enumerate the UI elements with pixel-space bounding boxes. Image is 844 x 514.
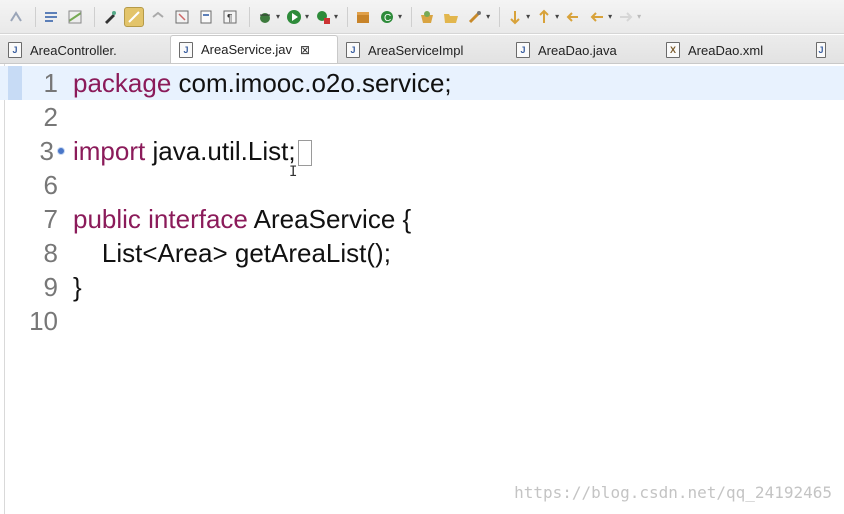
- prev-annotation-icon[interactable]: [534, 7, 554, 27]
- code-rest: java.util.List;: [145, 136, 296, 166]
- bookmark-icon[interactable]: [6, 7, 26, 27]
- new-class-icon[interactable]: C: [377, 7, 397, 27]
- toolbar-separator: [35, 6, 36, 27]
- code-rest: }: [73, 272, 82, 302]
- text-cursor-icon: I: [289, 164, 298, 180]
- code-text: List<Area> getAreaList();: [73, 236, 391, 270]
- toolbar-separator: [94, 6, 95, 27]
- line-number: 7: [43, 204, 58, 234]
- forward-icon[interactable]: [616, 7, 636, 27]
- code-editor[interactable]: 1 package com.imooc.o2o.service; 2 3 imp…: [0, 64, 844, 514]
- pen-icon[interactable]: [100, 7, 120, 27]
- java-file-icon: J: [516, 42, 530, 58]
- chevron-down-icon[interactable]: ▾: [305, 12, 309, 21]
- keyword: package: [73, 68, 172, 98]
- block-icon[interactable]: [148, 7, 168, 27]
- paragraph-icon[interactable]: [172, 7, 192, 27]
- code-rest: com.imooc.o2o.service;: [171, 68, 452, 98]
- code-line[interactable]: 6: [0, 168, 844, 202]
- last-edit-icon[interactable]: [563, 7, 583, 27]
- bug-icon[interactable]: [255, 7, 275, 27]
- pilcrow-icon[interactable]: ¶: [220, 7, 240, 27]
- code-line[interactable]: 1 package com.imooc.o2o.service;: [0, 66, 844, 100]
- new-package-icon[interactable]: [353, 7, 373, 27]
- line-number: 2: [43, 102, 58, 132]
- code-text: }: [73, 270, 82, 304]
- code-text: public interface AreaService {: [73, 202, 411, 236]
- svg-text:C: C: [384, 13, 391, 24]
- svg-text:¶: ¶: [227, 13, 232, 24]
- code-text: package com.imooc.o2o.service;: [73, 66, 452, 100]
- java-file-icon: J: [816, 42, 826, 58]
- java-file-icon: J: [179, 41, 193, 58]
- chevron-down-icon[interactable]: ▾: [637, 12, 641, 21]
- fold-expand-icon[interactable]: [57, 147, 65, 155]
- keyword: import: [73, 136, 146, 166]
- back-icon[interactable]: [587, 7, 607, 27]
- close-icon[interactable]: ⊠: [300, 43, 310, 57]
- watermark: https://blog.csdn.net/qq_24192465: [514, 483, 832, 502]
- toolbar-separator: [499, 6, 501, 27]
- code-line[interactable]: 2: [0, 100, 844, 134]
- open-task-icon[interactable]: [465, 7, 485, 27]
- chevron-down-icon[interactable]: ▾: [276, 12, 280, 21]
- xml-file-icon: X: [666, 42, 680, 58]
- toggle-mark-icon[interactable]: [41, 7, 61, 27]
- main-toolbar: ¶ ▾ ▾ ▾ C ▾ ▾ ▾ ▾ ▾ ▾: [0, 0, 844, 34]
- java-file-icon: J: [8, 42, 22, 58]
- tab-label: AreaDao.xml: [688, 42, 764, 58]
- code-line[interactable]: 3 import java.util.List;: [0, 134, 844, 168]
- chevron-down-icon[interactable]: ▾: [486, 12, 490, 21]
- line-number: 8: [43, 238, 58, 268]
- tab-area-service[interactable]: J AreaService.jav ⊠: [170, 35, 338, 63]
- line-number: 6: [43, 170, 58, 200]
- tab-area-service-impl[interactable]: J AreaServiceImpl: [338, 37, 508, 63]
- line-number: 3: [39, 136, 54, 166]
- tab-label: AreaServiceImpl: [368, 42, 464, 58]
- external-tools-icon[interactable]: [313, 7, 333, 27]
- java-file-icon: J: [346, 42, 360, 58]
- tab-area-dao-java[interactable]: J AreaDao.java: [508, 37, 658, 63]
- tab-area-controller[interactable]: J AreaController.: [0, 37, 170, 63]
- tab-area-dao-xml[interactable]: X AreaDao.xml: [658, 37, 808, 63]
- breadcrumb-icon[interactable]: [124, 6, 144, 27]
- debug-icon[interactable]: [196, 7, 216, 27]
- keyword: public interface: [73, 204, 248, 234]
- code-line[interactable]: 7 public interface AreaService {: [0, 202, 844, 236]
- next-annotation-icon[interactable]: [505, 7, 525, 27]
- open-folder-icon[interactable]: [441, 7, 461, 27]
- chevron-down-icon[interactable]: ▾: [334, 12, 338, 21]
- code-line[interactable]: 10: [0, 304, 844, 338]
- toolbar-separator: [411, 6, 413, 27]
- chevron-down-icon[interactable]: ▾: [398, 12, 402, 21]
- toolbar-separator: [249, 6, 250, 27]
- code-line[interactable]: 8 List<Area> getAreaList();: [0, 236, 844, 270]
- run-icon[interactable]: [284, 7, 304, 27]
- tab-label: AreaController.: [30, 42, 117, 58]
- chevron-down-icon[interactable]: ▾: [526, 12, 530, 21]
- tab-overflow[interactable]: J: [808, 37, 844, 63]
- tab-label: AreaDao.java: [538, 42, 617, 58]
- line-number: 10: [29, 306, 58, 336]
- editor-tab-bar: J AreaController. J AreaService.jav ⊠ J …: [0, 35, 844, 64]
- chevron-down-icon[interactable]: ▾: [555, 12, 559, 21]
- line-number: 9: [43, 272, 58, 302]
- code-text: import java.util.List;: [73, 134, 312, 168]
- chevron-down-icon[interactable]: ▾: [608, 12, 612, 21]
- code-rest: AreaService {: [247, 204, 412, 234]
- highlight-icon[interactable]: [65, 7, 85, 27]
- tab-label: AreaService.jav: [201, 42, 293, 57]
- folded-region-box[interactable]: [297, 140, 312, 167]
- code-rest: List<Area> getAreaList();: [73, 238, 391, 268]
- open-type-icon[interactable]: [417, 7, 437, 27]
- code-line[interactable]: 9 }: [0, 270, 844, 304]
- toolbar-separator: [347, 6, 349, 27]
- line-number: 1: [43, 68, 58, 98]
